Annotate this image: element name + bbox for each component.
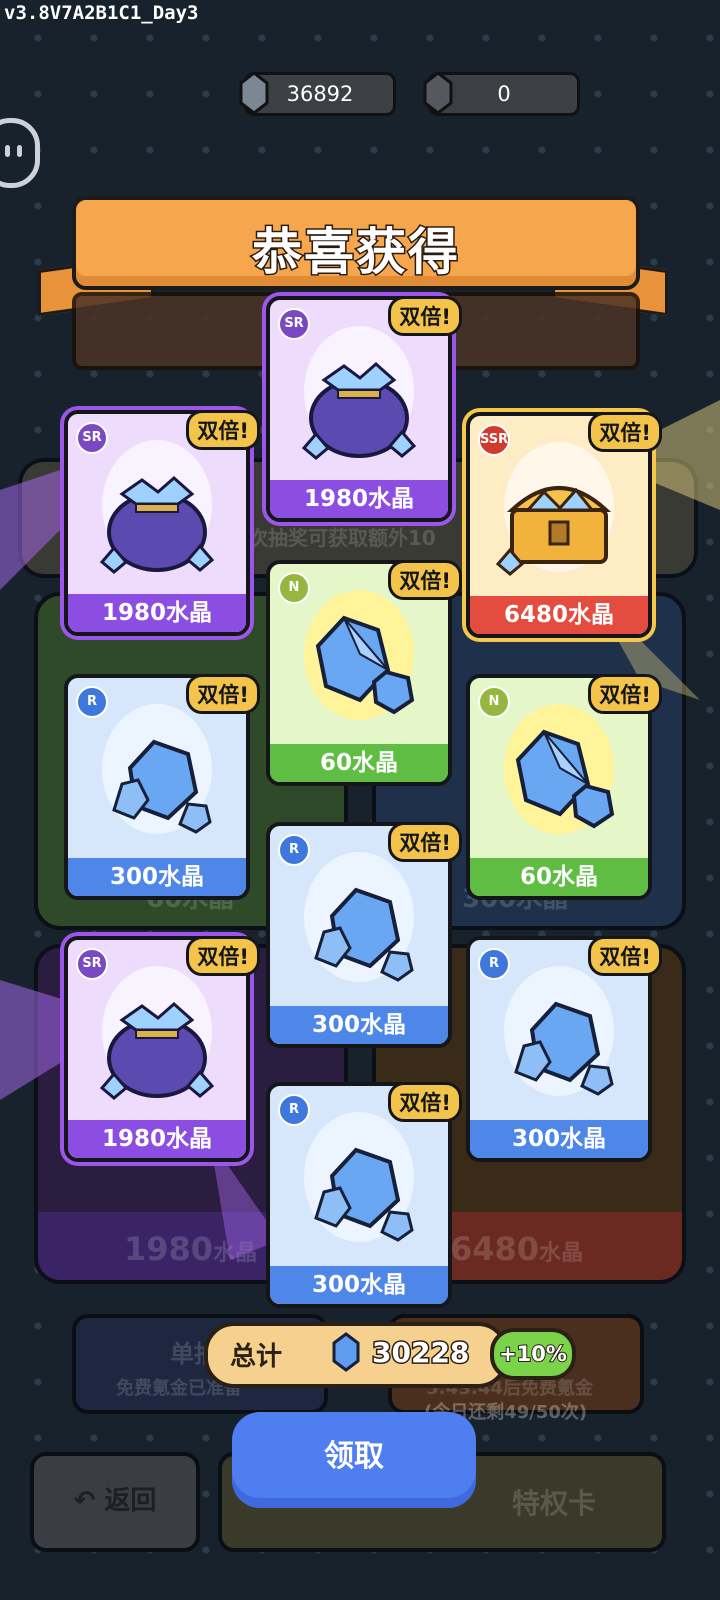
- rarity-badge: R: [76, 686, 108, 718]
- rarity-badge: R: [478, 948, 510, 980]
- rarity-badge: SR: [76, 422, 108, 454]
- double-badge: 双倍!: [186, 936, 260, 976]
- reward-label: 1980水晶: [270, 480, 448, 518]
- double-badge: 双倍!: [388, 560, 462, 600]
- congrats-banner: 恭喜获得: [72, 196, 640, 290]
- crystal-bag-icon: [301, 362, 417, 460]
- dark-crystal-balance: 0: [423, 71, 580, 116]
- dark-crystal-balance-value: 0: [497, 82, 511, 106]
- reward-card: 300水晶 R 双倍!: [64, 674, 260, 900]
- double-badge: 双倍!: [588, 936, 662, 976]
- double-badge: 双倍!: [588, 674, 662, 714]
- reward-label: 6480水晶: [470, 596, 648, 634]
- double-badge: 双倍!: [388, 296, 462, 336]
- double-badge: 双倍!: [588, 412, 662, 452]
- back-label: 返回: [104, 1486, 157, 1516]
- total-value: 30228: [370, 1335, 470, 1371]
- double-badge: 双倍!: [186, 410, 260, 450]
- total-bar: 总计 30228: [204, 1322, 508, 1388]
- reward-label: 60水晶: [470, 858, 648, 896]
- crystal-cluster-icon: [514, 1001, 614, 1096]
- reward-card: 60水晶 N 双倍!: [266, 560, 462, 786]
- reward-label: 1980水晶: [68, 1120, 246, 1158]
- crystal-cluster-icon: [314, 887, 414, 982]
- crystal-cluster-icon: [314, 1147, 414, 1242]
- crystal-balance-value: 36892: [286, 82, 354, 106]
- rarity-badge: R: [278, 1094, 310, 1126]
- crystal-cluster-icon: [112, 739, 212, 834]
- back-button[interactable]: ↶ 返回: [30, 1452, 200, 1552]
- reward-label: 60水晶: [270, 744, 448, 782]
- reward-card: 60水晶 N 双倍!: [466, 674, 662, 900]
- reward-card: 300水晶 R 双倍!: [266, 1082, 462, 1308]
- dark-crystal-icon: [423, 71, 453, 115]
- reward-label: 300水晶: [68, 858, 246, 896]
- crystal-bag-icon: [99, 476, 215, 574]
- double-badge: 双倍!: [388, 1082, 462, 1122]
- treasure-chest-icon: [495, 486, 612, 576]
- rarity-badge: SR: [76, 948, 108, 980]
- crystal-balance: 36892: [239, 71, 396, 116]
- banner-title: 恭喜获得: [251, 222, 460, 283]
- bonus-badge: +10%: [490, 1328, 576, 1380]
- total-label: 总计: [230, 1342, 283, 1372]
- crystal-bag-icon: [99, 1002, 215, 1100]
- reward-label: 300水晶: [270, 1006, 448, 1044]
- privilege-label: 特权卡: [512, 1487, 597, 1520]
- version-label: v3.8V7A2B1C1_Day3: [4, 2, 199, 24]
- back-arrow-icon: ↶: [73, 1486, 96, 1516]
- rarity-badge: R: [278, 834, 310, 866]
- rarity-badge: N: [478, 686, 510, 718]
- reward-card: 300水晶 R 双倍!: [466, 936, 662, 1162]
- reward-label: 300水晶: [470, 1120, 648, 1158]
- reward-card: 1980水晶 SR 双倍!: [64, 410, 260, 636]
- reward-card: 6480水晶 SSR 双倍!: [466, 412, 662, 638]
- double-badge: 双倍!: [186, 674, 260, 714]
- crystal-icon: [239, 71, 269, 115]
- crystal-icon: [515, 729, 615, 829]
- rarity-badge: N: [278, 572, 310, 604]
- crystal-icon: [315, 615, 415, 715]
- rarity-badge: SR: [278, 308, 310, 340]
- reward-card: 300水晶 R 双倍!: [266, 822, 462, 1048]
- double-badge: 双倍!: [388, 822, 462, 862]
- reward-card: 1980水晶 SR 双倍!: [266, 296, 462, 522]
- crystal-icon: [332, 1332, 360, 1372]
- reward-card: 1980水晶 SR 双倍!: [64, 936, 260, 1162]
- reward-label: 1980水晶: [68, 594, 246, 632]
- reward-label: 300水晶: [270, 1266, 448, 1304]
- rarity-badge: SSR: [478, 424, 510, 456]
- claim-button[interactable]: 领取: [232, 1412, 476, 1508]
